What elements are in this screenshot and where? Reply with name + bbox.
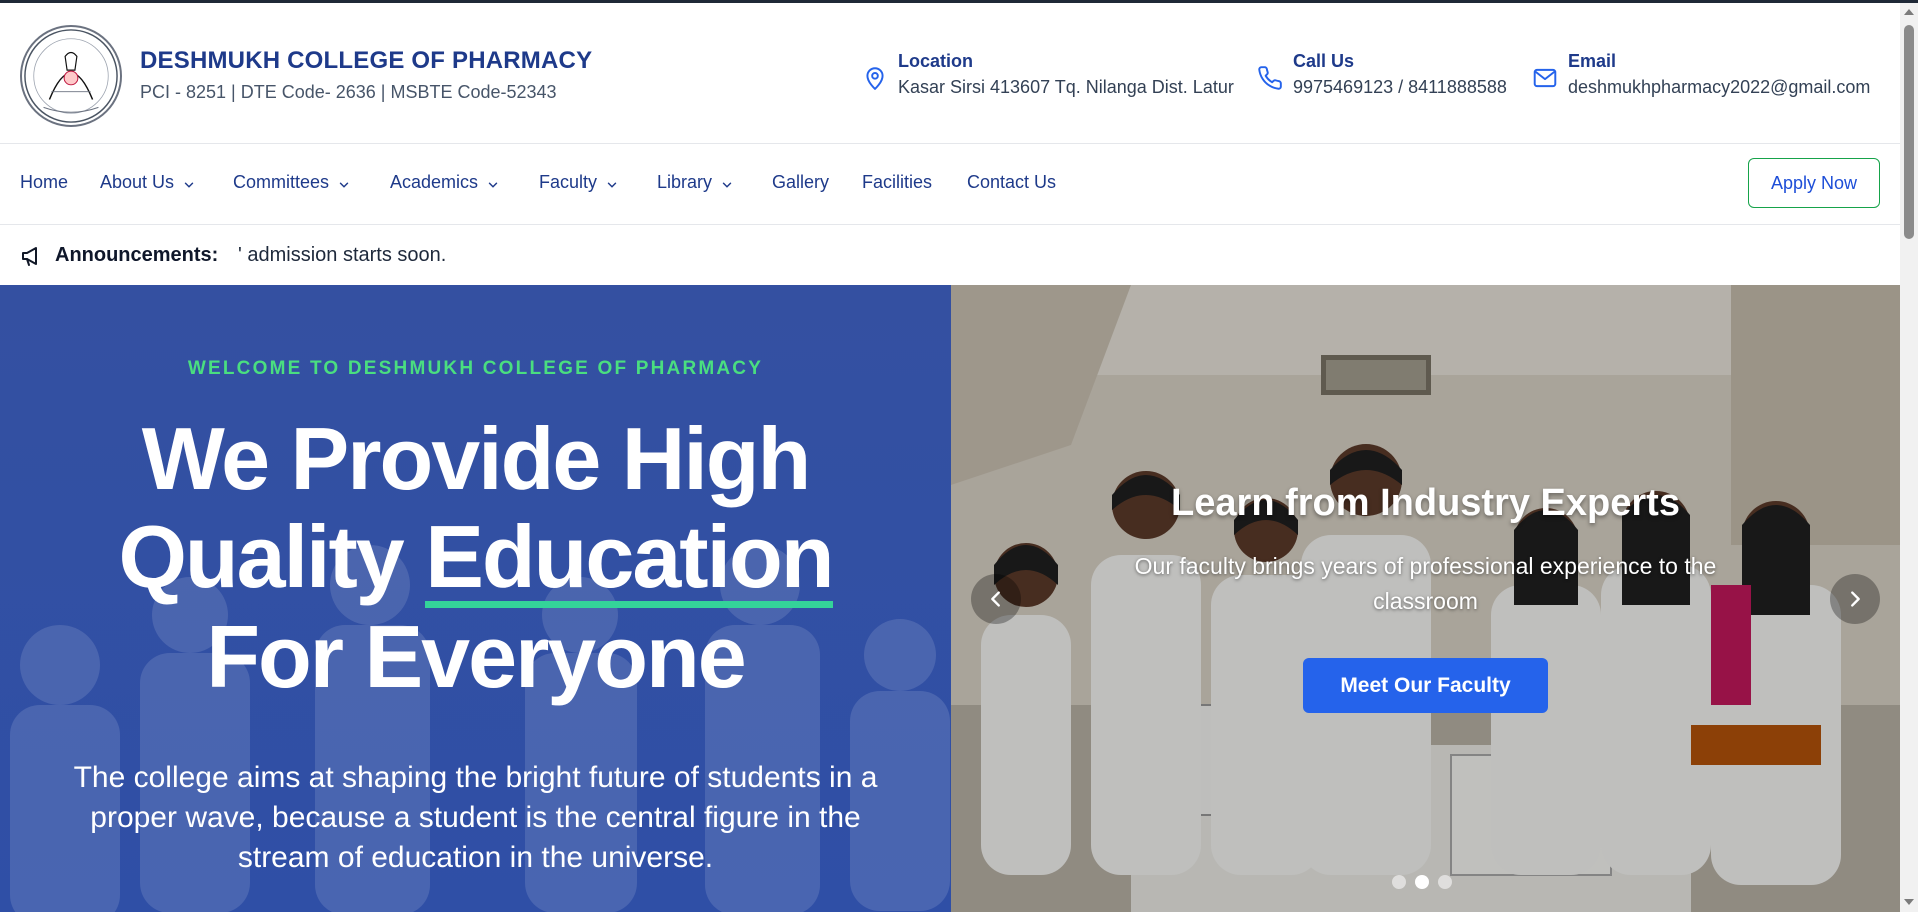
nav-item-committees[interactable]: Committees [233,172,351,193]
carousel-dot-1[interactable] [1392,875,1406,889]
chevron-down-icon [486,176,500,190]
chevron-left-icon [991,591,1000,607]
nav-label: About Us [100,172,175,192]
headline-line-1: We Provide High [141,409,812,508]
nav-item-faculty[interactable]: Faculty [539,172,619,193]
nav-item-academics[interactable]: Academics [390,172,500,193]
site-header: DESHMUKH COLLEGE OF PHARMACY PCI - 8251 … [0,3,1900,144]
nav-item-contact-us[interactable]: Contact Us [967,172,1056,193]
headline-line-3: For Everyone [206,607,746,706]
slide-subtitle: Our faculty brings years of professional… [1134,553,1717,614]
chevron-right-icon [1851,591,1860,607]
nav-label: Faculty [539,172,598,192]
carousel-prev-button[interactable] [971,574,1021,624]
scroll-down-arrow-icon[interactable] [1904,899,1914,905]
carousel-indicators [1392,875,1452,889]
apply-now-button[interactable]: Apply Now [1748,158,1880,208]
email-value[interactable]: deshmukhpharmacy2022@gmail.com [1568,77,1870,98]
megaphone-icon [20,245,44,267]
nav-label: Committees [233,172,330,192]
nav-label: Contact Us [967,172,1057,192]
map-pin-icon [862,65,888,91]
announcement-label: Announcements: [55,244,219,266]
nav-label: Facilities [862,172,933,192]
headline-line-2-prefix: Quality [118,507,426,606]
call-label: Call Us [1293,51,1355,71]
chevron-down-icon [720,176,734,190]
phone-icon [1257,65,1283,91]
call-value[interactable]: 9975469123 / 8411888588 [1293,77,1507,98]
headline-line-2: Quality Education [0,508,951,608]
chevron-down-icon [337,176,351,190]
nav-item-facilities[interactable]: Facilities [862,172,932,193]
scrollbar-thumb[interactable] [1904,25,1914,239]
announcement-bar: Announcements: ' admission starts soon. [0,225,1900,285]
college-codes: PCI - 8251 | DTE Code- 2636 | MSBTE Code… [140,82,557,102]
chevron-down-icon [605,176,619,190]
mail-icon [1532,65,1558,91]
slide-title: Learn from Industry Experts [1171,482,1680,524]
location-label: Location [898,51,973,71]
hero-intro-panel: WELCOME TO DESHMUKH COLLEGE OF PHARMACY … [0,285,951,912]
email-label: Email [1568,51,1617,71]
college-logo[interactable] [20,25,122,127]
location-value: Kasar Sirsi 413607 Tq. Nilanga Dist. Lat… [898,77,1234,97]
scroll-up-arrow-icon[interactable] [1904,9,1914,15]
meet-our-faculty-button[interactable]: Meet Our Faculty [1303,658,1548,713]
chevron-down-icon [182,176,196,190]
nav-item-library[interactable]: Library [657,172,734,193]
announcement-ticker-text[interactable]: ' admission starts soon. [238,244,446,267]
carousel-dot-2[interactable] [1415,875,1429,889]
welcome-eyebrow: WELCOME TO DESHMUKH COLLEGE OF PHARMACY [187,358,764,379]
nav-label: Library [657,172,713,192]
carousel-dot-3[interactable] [1438,875,1452,889]
page-scrollbar[interactable] [1900,3,1918,912]
hero-description: The college aims at shaping the bright f… [73,761,878,874]
nav-label: Home [20,172,69,192]
college-name[interactable]: DESHMUKH COLLEGE OF PHARMACY [140,47,592,75]
nav-item-about-us[interactable]: About Us [100,172,196,193]
main-nav: Home About Us Committees Academics Facul… [0,144,1900,225]
headline-highlight: Education [425,507,835,608]
carousel-next-button[interactable] [1830,574,1880,624]
nav-label: Gallery [772,172,830,192]
hero-headline: We Provide High Quality Education For Ev… [0,410,951,706]
nav-label: Academics [390,172,479,192]
nav-item-gallery[interactable]: Gallery [772,172,829,193]
image-carousel: Learn from Industry Experts Our faculty … [951,285,1900,912]
nav-item-home[interactable]: Home [20,172,68,193]
